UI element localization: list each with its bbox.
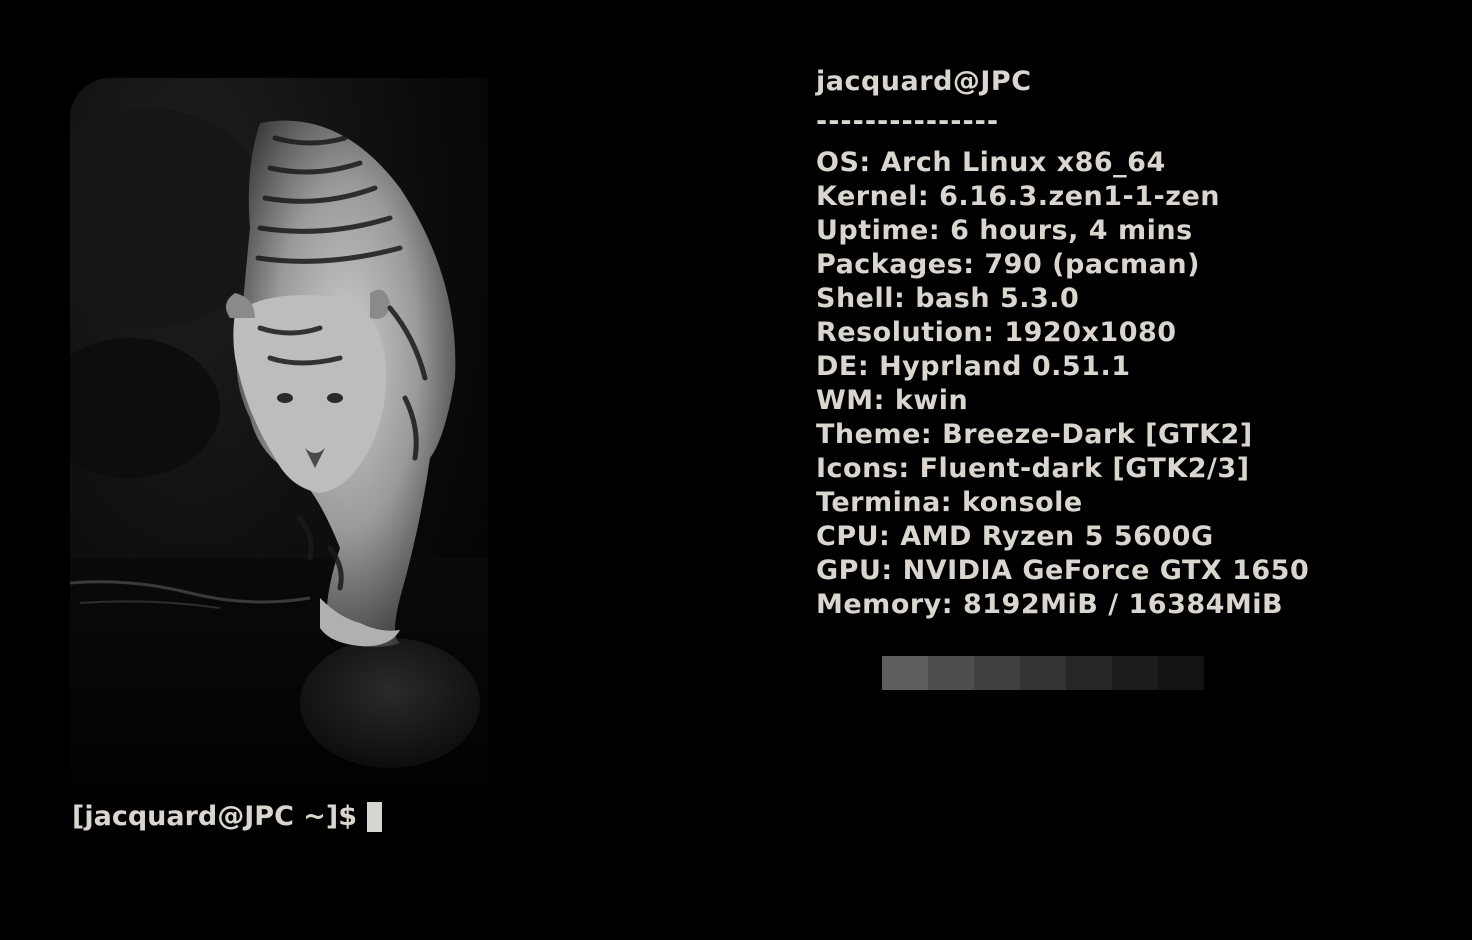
info-key: Packages [816,249,964,280]
info-row-os: OS: Arch Linux x86_64 [816,147,1166,178]
info-value: Fluent-dark [GTK2/3] [919,453,1250,484]
palette-swatch-0 [882,656,928,690]
info-key: OS [816,147,860,178]
terminal-window[interactable]: jacquard@JPC --------------- OS: Arch Li… [0,0,1472,940]
info-key: DE [816,351,858,382]
info-row-uptime: Uptime: 6 hours, 4 mins [816,215,1193,246]
info-row-resolution: Resolution: 1920x1080 [816,317,1177,348]
info-key: Uptime [816,215,929,246]
info-row-gpu: GPU: NVIDIA GeForce GTX 1650 [816,555,1310,586]
info-value: 8192MiB / 16384MiB [962,589,1284,620]
info-key: Termina [816,487,941,518]
info-value: Breeze-Dark [GTK2] [942,419,1253,450]
info-key: CPU [816,521,880,552]
info-key: Icons [816,453,899,484]
info-value: 6 hours, 4 mins [950,215,1193,246]
info-value: bash 5.3.0 [915,283,1080,314]
info-value: 1920x1080 [1004,317,1177,348]
system-info-panel: jacquard@JPC --------------- OS: Arch Li… [816,62,1309,622]
info-row-memory: Memory: 8192MiB / 16384MiB [816,589,1284,620]
separator-line: --------------- [816,106,1000,137]
info-row-kernel: Kernel: 6.16.3.zen1-1-zen [816,181,1220,212]
user-host-title: jacquard@JPC [816,66,1032,97]
info-row-shell: Shell: bash 5.3.0 [816,283,1080,314]
info-row-de: DE: Hyprland 0.51.1 [816,351,1131,382]
info-key: GPU [816,555,882,586]
info-value: konsole [962,487,1083,518]
palette-swatch-1 [928,656,974,690]
info-value: 6.16.3.zen1-1-zen [939,181,1220,212]
info-key: Kernel [816,181,918,212]
palette-swatch-5 [1112,656,1158,690]
info-value: Arch Linux x86_64 [880,147,1166,178]
info-value: Hyprland 0.51.1 [879,351,1131,382]
palette-swatch-4 [1066,656,1112,690]
color-palette [882,656,1204,690]
info-row-icons: Icons: Fluent-dark [GTK2/3] [816,453,1250,484]
info-row-terminal: Termina: konsole [816,487,1083,518]
tiger-image [70,78,488,782]
info-key: Theme [816,419,921,450]
info-row-packages: Packages: 790 (pacman) [816,249,1200,280]
info-value: 790 (pacman) [984,249,1200,280]
shell-prompt[interactable]: [jacquard@JPC ~]$ [72,798,383,836]
info-value: NVIDIA GeForce GTX 1650 [902,555,1310,586]
palette-swatch-3 [1020,656,1066,690]
info-key: WM [816,385,874,416]
info-value: AMD Ryzen 5 5600G [900,521,1214,552]
info-row-wm: WM: kwin [816,385,969,416]
info-key: Memory [816,589,942,620]
prompt-text: [jacquard@JPC ~]$ [72,801,358,832]
palette-swatch-6 [1158,656,1204,690]
info-row-cpu: CPU: AMD Ryzen 5 5600G [816,521,1214,552]
info-value: kwin [894,385,969,416]
tiger-illustration [70,108,488,782]
info-key: Resolution [816,317,984,348]
palette-swatch-2 [974,656,1020,690]
text-cursor [367,802,383,832]
info-row-theme: Theme: Breeze-Dark [GTK2] [816,419,1253,450]
info-key: Shell [816,283,894,314]
